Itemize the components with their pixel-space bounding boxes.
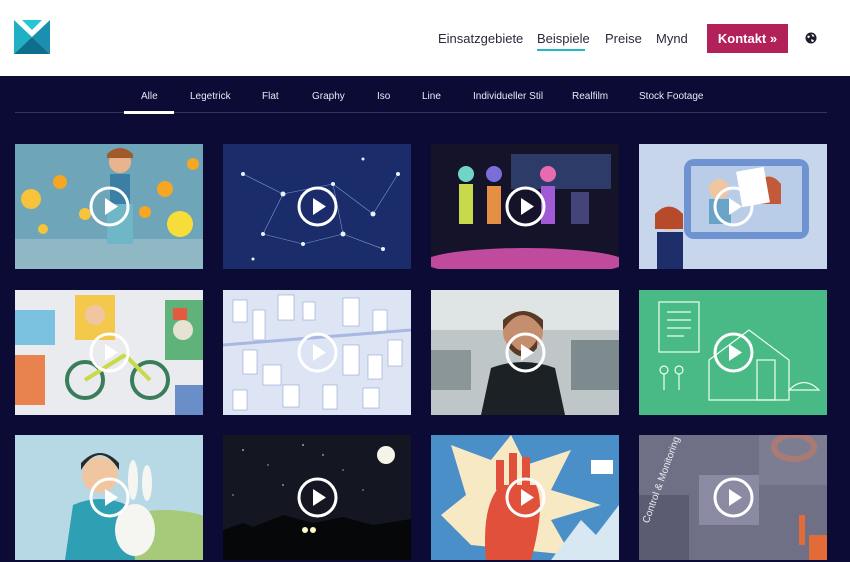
nav-mynd[interactable]: Mynd	[656, 31, 688, 46]
video-thumbnail-1[interactable]	[15, 144, 203, 269]
play-icon	[505, 332, 546, 373]
video-thumbnail-4[interactable]	[639, 144, 827, 269]
logo-icon[interactable]	[14, 20, 50, 54]
nav-preise[interactable]: Preise	[605, 31, 642, 46]
video-thumbnail-9[interactable]	[15, 435, 203, 560]
video-thumbnail-5[interactable]	[15, 290, 203, 415]
video-thumbnail-6[interactable]	[223, 290, 411, 415]
filter-active-indicator	[124, 111, 174, 114]
filter-line[interactable]: Line	[422, 91, 441, 102]
filter-graphy[interactable]: Graphy	[312, 91, 345, 102]
play-icon	[297, 186, 338, 227]
play-icon	[505, 186, 546, 227]
nav-active-underline	[537, 49, 585, 51]
language-globe-icon[interactable]	[805, 32, 817, 44]
play-icon	[89, 477, 130, 518]
play-icon	[713, 186, 754, 227]
play-icon	[713, 477, 754, 518]
video-thumbnail-10[interactable]	[223, 435, 411, 560]
video-thumbnail-12[interactable]: Control & Monitoring	[639, 435, 827, 560]
video-thumbnail-3[interactable]	[431, 144, 619, 269]
top-navigation-bar: Einsatzgebiete Beispiele Preise Mynd Kon…	[0, 0, 850, 76]
play-icon	[505, 477, 546, 518]
filter-flat[interactable]: Flat	[262, 91, 279, 102]
filter-alle[interactable]: Alle	[141, 91, 158, 102]
contact-button[interactable]: Kontakt »	[707, 24, 788, 53]
nav-einsatzgebiete[interactable]: Einsatzgebiete	[438, 31, 523, 46]
video-thumbnail-8[interactable]	[639, 290, 827, 415]
play-icon	[297, 477, 338, 518]
filter-realfilm[interactable]: Realfilm	[572, 91, 608, 102]
video-thumbnail-2[interactable]	[223, 144, 411, 269]
video-thumbnail-11[interactable]	[431, 435, 619, 560]
filter-individueller-stil[interactable]: Individueller Stil	[473, 91, 543, 102]
play-icon	[89, 332, 130, 373]
play-icon	[297, 332, 338, 373]
video-thumbnail-7[interactable]	[431, 290, 619, 415]
filter-stock-footage[interactable]: Stock Footage	[639, 91, 703, 102]
nav-beispiele[interactable]: Beispiele	[537, 31, 590, 46]
filter-iso[interactable]: Iso	[377, 91, 390, 102]
filter-legetrick[interactable]: Legetrick	[190, 91, 231, 102]
play-icon	[89, 186, 130, 227]
play-icon	[713, 332, 754, 373]
